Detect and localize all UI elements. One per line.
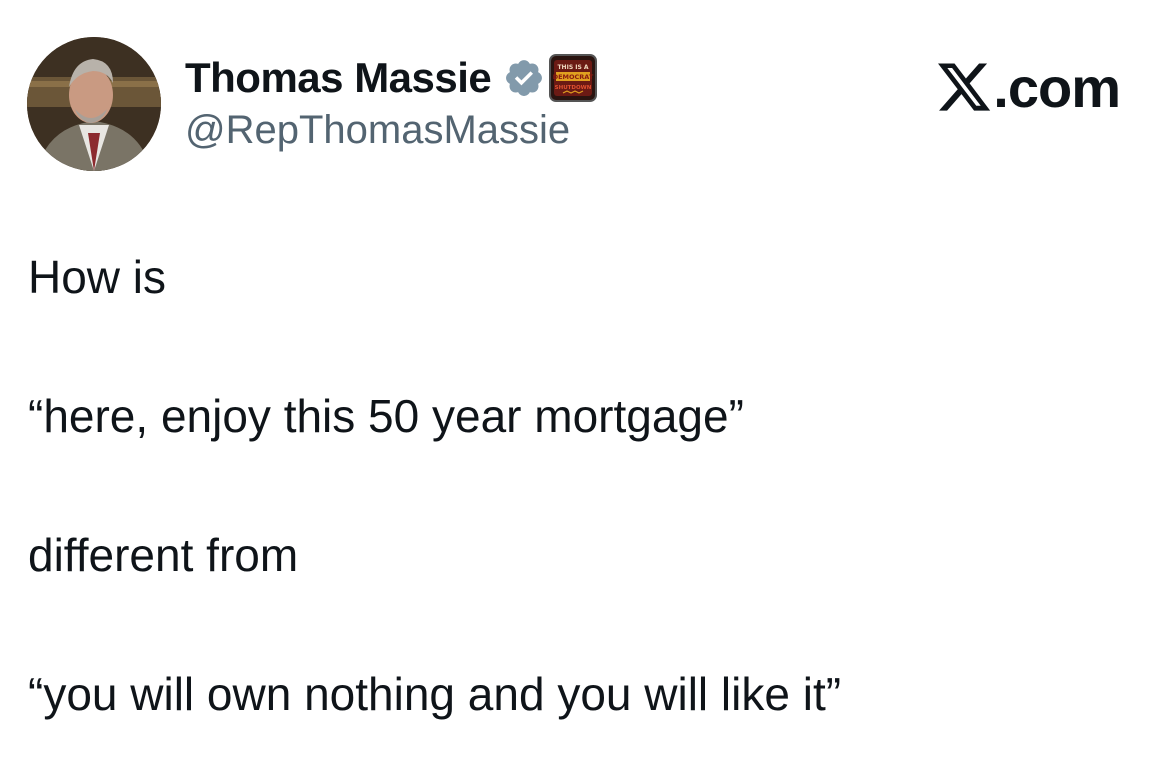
tweet-line: “you will own nothing and you will like … [28, 668, 842, 720]
badge-text-line-3: SHUTDOWN [555, 85, 592, 91]
x-domain-text: .com [993, 55, 1121, 119]
tweet-line-gap [28, 451, 1138, 520]
profile-photo [27, 37, 161, 171]
tweet-line: How is [28, 251, 167, 303]
x-brand[interactable]: .com [935, 52, 1121, 122]
badge-text-line-1: THIS IS A [558, 64, 589, 71]
tweet-line-gap [28, 312, 1138, 381]
tweet-text: How is “here, enjoy this 50 year mortgag… [28, 242, 1138, 729]
display-name-row: Thomas Massie THIS IS A DEMOCRAT SHUTDOW… [185, 52, 598, 104]
author-handle[interactable]: @RepThomasMassie [185, 108, 570, 153]
tweet-line: “here, enjoy this 50 year mortgage” [28, 390, 744, 442]
tweet-line: different from [28, 529, 299, 581]
x-logo-icon [935, 58, 993, 116]
tweet-line-gap [28, 590, 1138, 659]
author-display-name[interactable]: Thomas Massie [185, 54, 492, 102]
shutdown-badge-icon[interactable]: THIS IS A DEMOCRAT SHUTDOWN [549, 54, 598, 102]
verified-badge-icon[interactable] [503, 57, 545, 99]
tweet-card: Thomas Massie THIS IS A DEMOCRAT SHUTDOW… [0, 0, 1170, 760]
author-avatar[interactable] [27, 37, 161, 171]
badge-text-line-2: DEMOCRAT [553, 73, 594, 81]
